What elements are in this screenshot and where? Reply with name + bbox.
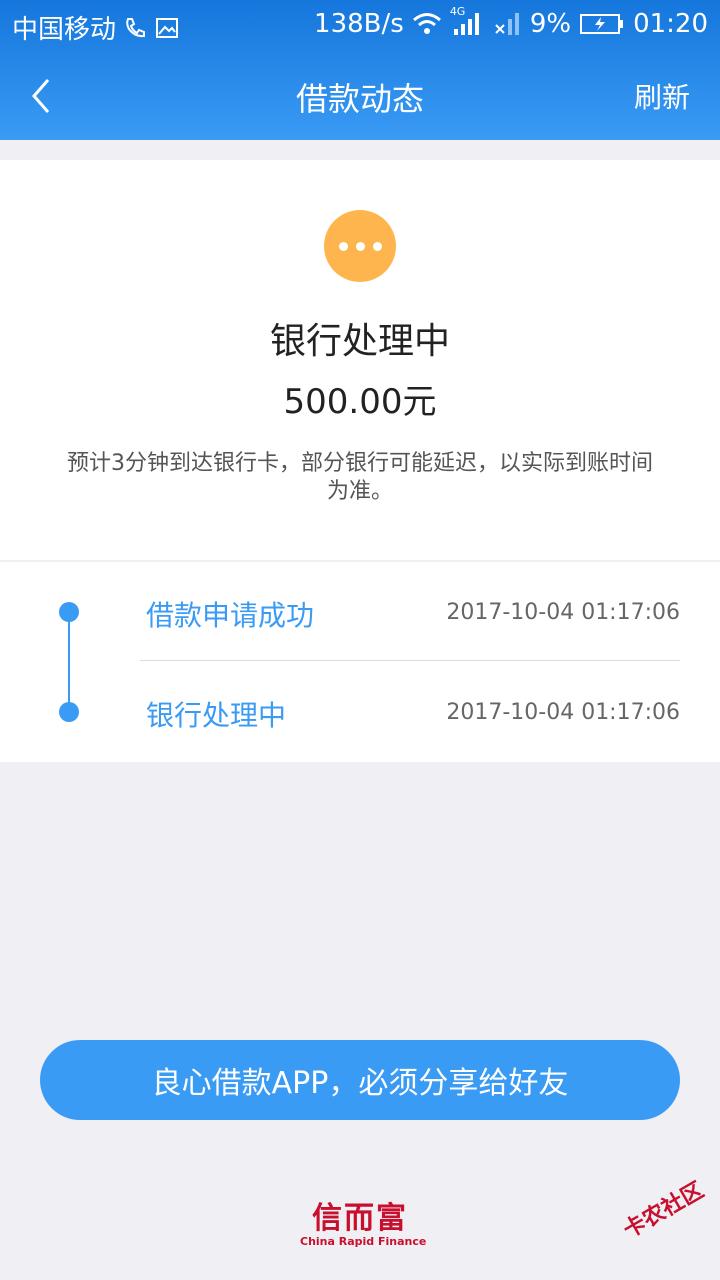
- progress-timeline: 借款申请成功 2017-10-04 01:17:06 银行处理中 2017-10…: [0, 562, 720, 762]
- arrival-note: 预计3分钟到达银行卡，部分银行可能延迟，以实际到账时间为准。: [67, 451, 653, 504]
- image-icon: [156, 17, 179, 38]
- status-bar: 中国移动 138B/s 4G 9% 01:20: [0, 0, 720, 52]
- top-bar: 中国移动 138B/s 4G 9% 01:20 借款动态 刷新: [0, 0, 720, 140]
- timeline-dot: [59, 602, 79, 622]
- nav-bar: 借款动态 刷新: [0, 52, 720, 140]
- loan-status-card: 银行处理中 500.00元 预计3分钟到达银行卡，部分银行可能延迟，以实际到账时…: [0, 160, 720, 560]
- wifi-calling-icon: [126, 17, 146, 37]
- share-button[interactable]: 良心借款APP，必须分享给好友: [40, 1040, 680, 1120]
- no-signal-icon: [495, 13, 519, 35]
- timeline-dot: [59, 702, 79, 722]
- brand-name-en: China Rapid Finance: [300, 1235, 427, 1248]
- timeline-step-label: 银行处理中: [146, 699, 287, 732]
- wifi-icon: [412, 13, 441, 34]
- battery-percent: 9%: [529, 9, 572, 39]
- timeline-step-time: 2017-10-04 01:17:06: [446, 700, 680, 725]
- status-title: 银行处理中: [269, 321, 450, 362]
- battery-charging-icon: [580, 14, 624, 34]
- refresh-button[interactable]: 刷新: [634, 76, 690, 116]
- brand-logo: 信而富 China Rapid Finance: [300, 1201, 427, 1249]
- watermark: 卡农社区: [619, 1177, 709, 1244]
- carrier-name: 中国移动: [12, 15, 117, 45]
- clock: 01:20: [633, 9, 708, 39]
- timeline-step-time: 2017-10-04 01:17:06: [446, 600, 680, 625]
- brand-name-cn: 信而富: [312, 1201, 408, 1236]
- network-speed: 138B/s: [314, 9, 404, 39]
- loan-amount: 500.00元: [283, 382, 437, 422]
- page-title: 借款动态: [295, 80, 424, 118]
- timeline-divider: [140, 660, 680, 661]
- processing-icon: [324, 210, 396, 282]
- timeline-step-label: 借款申请成功: [146, 599, 315, 632]
- timeline-line: [68, 612, 70, 712]
- cellular-signal-icon: 4G: [450, 5, 484, 37]
